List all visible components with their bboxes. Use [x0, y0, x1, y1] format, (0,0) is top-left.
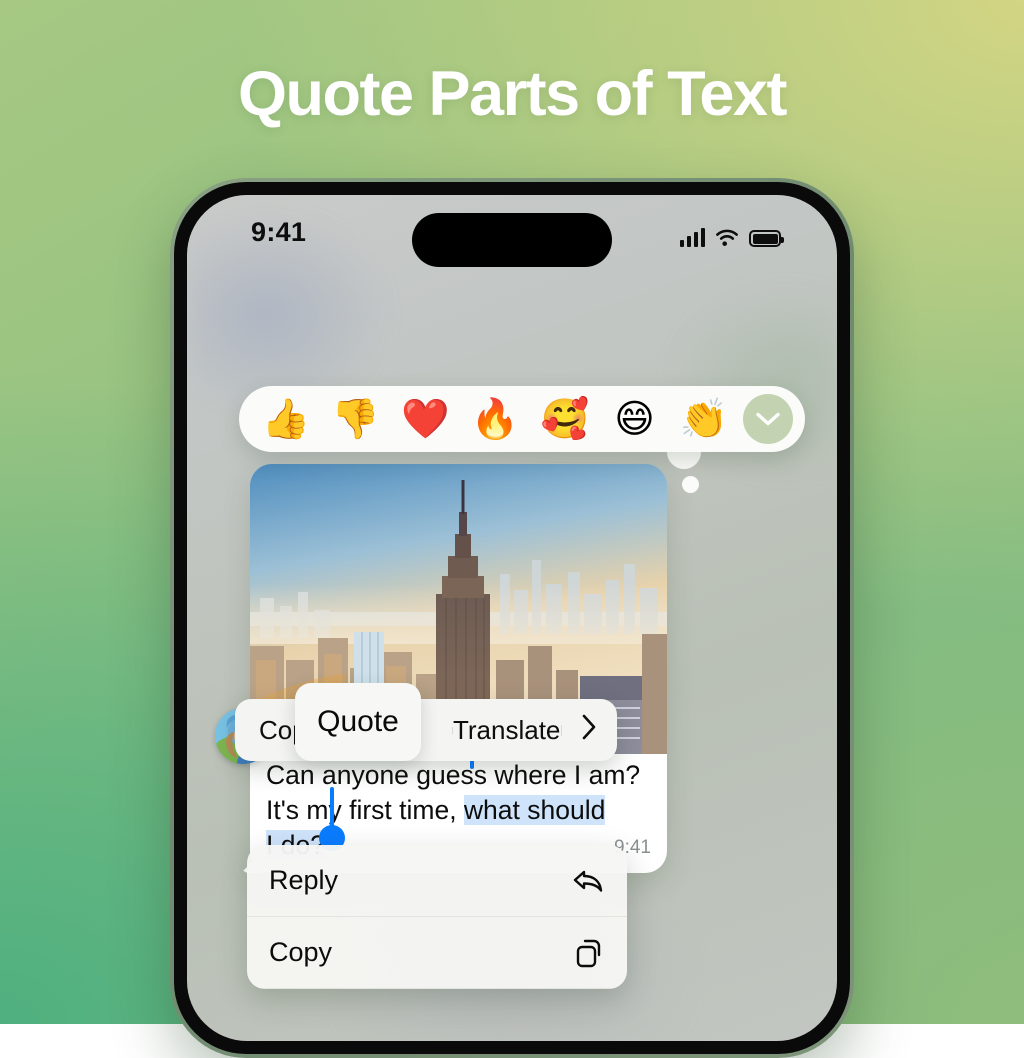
status-bar-clock: 9:41 — [251, 217, 307, 247]
status-bar-indicators — [679, 221, 784, 247]
context-menu[interactable]: Reply Copy — [247, 845, 627, 989]
message-bubble[interactable]: Can anyone guess where I am? It's my fir… — [241, 464, 667, 873]
reaction-bar[interactable]: 👍 👎 ❤️ 🔥 🥰 😄 👏 — [239, 386, 805, 452]
fire-emoji[interactable]: 🔥 — [460, 400, 530, 439]
smiling-face-with-hearts-emoji[interactable]: 🥰 — [530, 400, 600, 439]
thumbs-down-emoji[interactable]: 👎 — [321, 400, 391, 439]
cellular-signal-icon — [679, 227, 705, 247]
phone-mockup: 9:41 👍 👎 ❤️ 🔥 🥰 😄 👏 Can anyone guess whe… — [170, 178, 854, 1058]
chevron-right-icon[interactable] — [561, 713, 617, 748]
chevron-down-icon[interactable] — [743, 394, 794, 444]
red-heart-emoji[interactable]: ❤️ — [390, 400, 460, 439]
clapping-hands-emoji[interactable]: 👏 — [669, 400, 739, 439]
reaction-bar-tail-dot — [682, 476, 699, 493]
dynamic-island — [412, 213, 612, 267]
context-menu-reply-label: Reply — [269, 865, 339, 895]
message-line-2: It's my first time, what should — [266, 795, 606, 825]
battery-full-icon — [749, 230, 784, 247]
page-title: Quote Parts of Text — [238, 59, 787, 129]
message-line-1: Can anyone guess where I am? — [266, 760, 641, 790]
reply-arrow-icon — [573, 870, 603, 892]
wifi-icon — [716, 229, 738, 246]
action-quote[interactable]: Quote — [295, 683, 421, 761]
text-action-menu[interactable]: Copy Translate — [235, 699, 617, 761]
status-bar: 9:41 — [187, 211, 837, 267]
context-menu-copy-label: Copy — [269, 937, 333, 967]
thumbs-up-emoji[interactable]: 👍 — [251, 400, 321, 439]
copy-documents-icon — [576, 939, 601, 967]
grinning-face-emoji[interactable]: 😄 — [600, 400, 670, 439]
phone-screen: 9:41 👍 👎 ❤️ 🔥 🥰 😄 👏 Can anyone guess whe… — [187, 195, 837, 1041]
context-menu-copy[interactable]: Copy — [247, 917, 627, 989]
action-translate[interactable]: Translate — [452, 715, 561, 746]
phone-bezel: 9:41 👍 👎 ❤️ 🔥 🥰 😄 👏 Can anyone guess whe… — [174, 182, 850, 1054]
selected-text-part-1: what should — [463, 795, 606, 825]
context-menu-reply[interactable]: Reply — [247, 845, 627, 917]
